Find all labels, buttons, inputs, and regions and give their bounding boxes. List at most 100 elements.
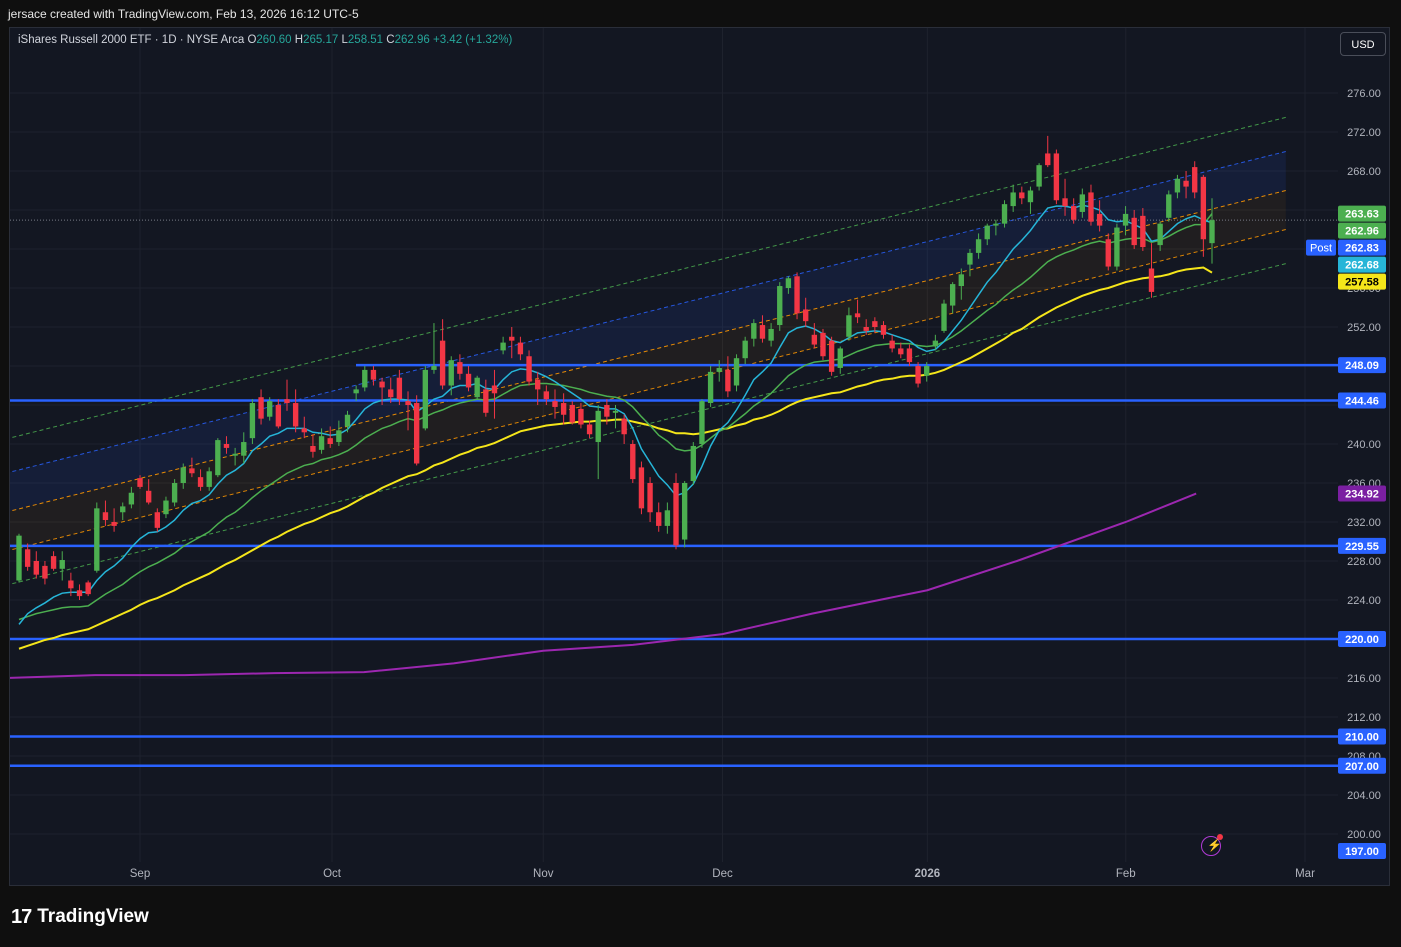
candle-up <box>206 471 212 487</box>
symbol-title: iShares Russell 2000 ETF · 1D · NYSE Arc… <box>18 34 245 46</box>
close-value: 262.96 <box>394 34 430 46</box>
candle-up <box>837 348 843 368</box>
candle-down <box>759 325 766 339</box>
candle-down <box>111 522 117 526</box>
candle-down <box>439 340 446 386</box>
candle-down <box>310 445 316 452</box>
candle-down <box>457 362 463 374</box>
y-axis-tick-label: 268.00 <box>1347 166 1381 178</box>
high-value: 265.17 <box>303 34 339 46</box>
currency-button[interactable]: USD <box>1340 32 1386 56</box>
price-tag-label: 197.00 <box>1345 846 1379 858</box>
candle-down <box>465 373 472 388</box>
lightning-icon[interactable]: ⚡ <box>1201 834 1223 856</box>
candle-down <box>379 381 385 388</box>
price-tag-label: 248.09 <box>1345 360 1379 372</box>
candle-down <box>1088 192 1094 222</box>
candle-down <box>145 490 152 503</box>
candle-down <box>483 389 489 413</box>
candle-down <box>872 321 878 327</box>
candle-up <box>431 366 437 370</box>
candle-up <box>1157 223 1163 246</box>
plot-area <box>10 28 1338 862</box>
open-value: 260.60 <box>256 34 292 46</box>
candle-down <box>621 418 627 435</box>
low-value: 258.51 <box>347 34 384 46</box>
candle-down <box>154 512 160 528</box>
price-tag-label: 207.00 <box>1345 761 1379 773</box>
candle-down <box>656 512 662 526</box>
candle-up <box>777 286 783 326</box>
candle-up <box>1079 194 1086 212</box>
price-tag-label: 262.83 <box>1345 243 1379 255</box>
channel-upper-fill <box>10 151 1286 512</box>
candle-up <box>1027 190 1034 203</box>
candle-up <box>742 340 748 359</box>
candle-up <box>448 360 454 386</box>
candle-up <box>318 436 325 450</box>
price-chart[interactable]: 276.00272.00268.00256.00252.00240.00236.… <box>0 0 1401 947</box>
price-tag-label: 262.68 <box>1345 260 1379 272</box>
candle-down <box>630 444 636 480</box>
candle-up <box>768 328 774 341</box>
candle-up <box>241 442 247 456</box>
candle-up <box>180 467 186 483</box>
candle-up <box>267 401 273 417</box>
candle-up <box>94 508 100 571</box>
candle-up <box>751 323 757 339</box>
y-axis-tick-label: 272.00 <box>1347 127 1381 139</box>
candle-down <box>803 309 809 322</box>
candle-down <box>1131 217 1137 246</box>
candle-up <box>690 445 696 482</box>
candle-down <box>820 332 826 357</box>
price-tag-label: 210.00 <box>1345 732 1379 744</box>
candle-down <box>258 397 264 419</box>
candle-up <box>59 560 65 569</box>
candle-down <box>1053 153 1060 201</box>
x-axis-tick-label: Nov <box>533 868 554 880</box>
candle-down <box>68 580 74 589</box>
candle-down <box>1105 239 1111 267</box>
candle-down <box>284 399 290 404</box>
candle-down <box>854 313 861 318</box>
candle-down <box>880 325 887 335</box>
candle-up <box>1036 165 1042 187</box>
candle-up <box>681 483 688 540</box>
candle-down <box>725 369 731 392</box>
candle-up <box>1001 204 1008 224</box>
candle-down <box>327 438 333 444</box>
candle-up <box>958 274 964 287</box>
candle-up <box>993 223 999 226</box>
y-axis-tick-label: 276.00 <box>1347 88 1381 100</box>
candle-up <box>120 506 126 513</box>
candle-up <box>1114 227 1120 267</box>
candle-down <box>413 403 420 464</box>
candle-down <box>197 477 204 487</box>
symbol-legend: iShares Russell 2000 ETF · 1D · NYSE Arc… <box>18 34 512 46</box>
candle-up <box>171 483 178 503</box>
candle-down <box>50 556 57 569</box>
candle-down <box>794 276 800 314</box>
y-axis-tick-label: 224.00 <box>1347 595 1381 607</box>
price-tag-label: 262.96 <box>1345 226 1379 238</box>
candle-up <box>249 403 256 439</box>
y-axis-tick-label: 204.00 <box>1347 790 1381 802</box>
candle-down <box>578 408 584 425</box>
candle-up <box>500 342 506 351</box>
price-tag-label: 244.46 <box>1345 396 1379 408</box>
candle-up <box>353 389 359 394</box>
candle-down <box>1019 192 1025 199</box>
candle-up <box>967 252 973 265</box>
candle-up <box>232 453 238 456</box>
candle-up <box>1174 178 1181 193</box>
candle-up <box>215 440 221 476</box>
candle-down <box>396 377 403 400</box>
candle-down <box>811 334 818 345</box>
candle-up <box>16 535 22 581</box>
candle-down <box>906 348 913 363</box>
candle-up <box>785 278 792 288</box>
candle-up <box>422 369 428 429</box>
candle-up <box>1010 192 1016 207</box>
candle-down <box>102 512 109 521</box>
candle-up <box>733 358 740 386</box>
